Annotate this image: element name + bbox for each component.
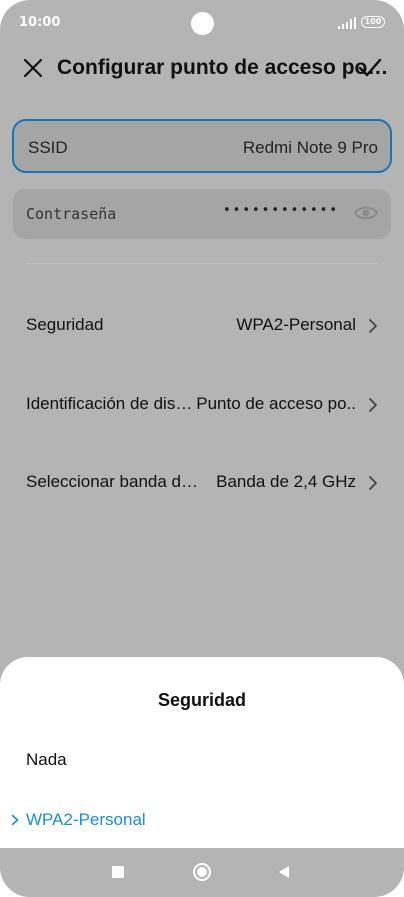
option-wpa2-personal[interactable]: WPA2-Personal	[0, 798, 404, 842]
setting-value: Banda de 2,4 GHz	[216, 472, 356, 491]
square-icon[interactable]	[112, 866, 124, 878]
checkmark-icon[interactable]	[357, 56, 383, 80]
front-camera-icon	[191, 12, 214, 35]
eye-icon[interactable]	[354, 204, 378, 222]
password-field[interactable]: Contraseña ••••••••••••	[13, 189, 391, 239]
status-bar: 10:00 100	[0, 0, 404, 44]
phone-screen: 10:00 100 Configurar punto de acceso po……	[0, 0, 404, 897]
setting-value: WPA2-Personal	[236, 315, 356, 334]
divider	[26, 263, 378, 264]
setting-label: Seleccionar banda d…	[26, 472, 199, 491]
ssid-value: Redmi Note 9 Pro	[242, 138, 378, 157]
status-time: 10:00	[19, 15, 61, 30]
setting-row-device-id[interactable]: Identificación de dis… Punto de acceso p…	[0, 375, 404, 435]
triangle-back-icon[interactable]	[278, 865, 290, 879]
ssid-label: SSID	[28, 138, 68, 157]
setting-label: Identificación de dis…	[26, 394, 193, 413]
circle-icon[interactable]	[192, 862, 212, 882]
chevron-right-icon	[369, 398, 377, 412]
sheet-title: Seguridad	[157, 690, 246, 710]
setting-label: Seguridad	[26, 315, 104, 334]
ssid-field[interactable]: SSID Redmi Note 9 Pro	[12, 119, 392, 173]
password-value: ••••••••••••	[222, 203, 339, 218]
navigation-bar	[0, 848, 404, 897]
password-label: Contraseña	[26, 205, 117, 223]
battery-icon: 100	[361, 16, 385, 28]
page-title: Configurar punto de acceso po…	[57, 56, 389, 79]
option-nada[interactable]: Nada	[0, 738, 404, 782]
app-header: Configurar punto de acceso po…	[0, 44, 404, 94]
setting-row-band[interactable]: Seleccionar banda d… Banda de 2,4 GHz	[0, 453, 404, 513]
signal-bars-icon	[338, 17, 356, 29]
setting-row-security[interactable]: Seguridad WPA2-Personal	[0, 296, 404, 356]
close-icon[interactable]	[22, 57, 44, 79]
option-label: WPA2-Personal	[26, 810, 146, 829]
chevron-right-icon	[369, 476, 377, 490]
option-label: Nada	[26, 750, 67, 769]
chevron-right-icon	[369, 319, 377, 333]
setting-value: Punto de acceso po..	[196, 394, 356, 413]
selected-chevron-icon	[11, 814, 19, 826]
